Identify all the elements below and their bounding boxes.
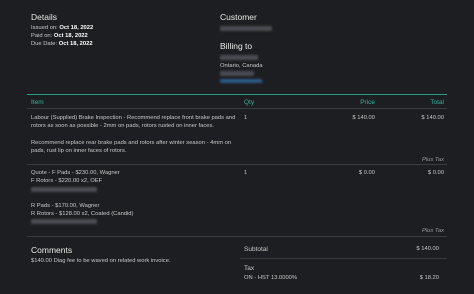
row2-total: $ 0.00 (427, 170, 444, 176)
tax-title: Tax (244, 265, 255, 272)
row2-redacted (31, 187, 97, 192)
customer-name-redacted (220, 26, 272, 31)
row2-line1: Quote - F Pads - $230.00, Wagner (31, 170, 120, 176)
paid-value: Oct 18, 2022 (53, 33, 88, 39)
row2-price: $ 0.00 (358, 170, 375, 176)
table-bottom-divider (27, 236, 447, 237)
col-qty: Qty (244, 99, 255, 106)
subtotal-value: $ 140.00 (416, 246, 439, 252)
col-total: Total (430, 99, 444, 106)
col-price: Price (360, 99, 375, 106)
details-title: Details (31, 12, 57, 22)
row2-tax: Plus Tax (421, 228, 444, 234)
row2-redacted-2 (31, 219, 97, 224)
row1-qty: 1 (244, 115, 248, 121)
billing-title: Billing to (220, 41, 253, 51)
issued-value: Oct 18, 2022 (59, 25, 94, 31)
row2-line3: R Pads - $170.00, Wagner (31, 203, 100, 209)
header-divider (27, 108, 447, 109)
tax-value: $ 18.20 (419, 275, 439, 281)
billing-email-redacted (220, 79, 262, 83)
row1-line3: Recommend replace rear brake pads and ro… (31, 140, 232, 146)
row2-line4: R Rotors - $128.00 x2, Coated (Candid) (31, 211, 134, 217)
col-item: Item (31, 99, 44, 106)
subtotal-label: Subtotal (244, 246, 268, 253)
due-value: Oct 18, 2022 (58, 41, 93, 47)
table-top-rule (27, 94, 447, 95)
row1-line2: rotors as soon as possible - 2mm on pads… (31, 123, 215, 129)
row-divider (27, 164, 447, 165)
comments-title: Comments (31, 245, 73, 255)
subtotal-divider (240, 258, 447, 259)
billing-region: Ontario, Canada (220, 63, 263, 69)
billing-postal-redacted (220, 71, 254, 76)
comments-text: $140.00 Diag fee to be waved on related … (31, 258, 171, 264)
row1-line1: Labour (Supplied) Brake Inspection - Rec… (31, 115, 236, 121)
issued-label: Issued on: (31, 25, 58, 31)
due-row: Due Date: Oct 18, 2022 (31, 41, 93, 47)
due-label: Due Date: (31, 41, 58, 47)
row2-line2: F Rotors - $220.00 x2, OEF (31, 178, 103, 184)
customer-title: Customer (220, 12, 257, 22)
billing-street-redacted (220, 55, 258, 60)
row1-price: $ 140.00 (352, 115, 375, 121)
issued-row: Issued on: Oct 18, 2022 (31, 25, 93, 31)
row1-total: $ 140.00 (421, 115, 444, 121)
row1-line4: pads, rust lip on inner faces of rotors. (31, 148, 127, 154)
paid-label: Paid on: (31, 33, 53, 39)
paid-row: Paid on: Oct 18, 2022 (31, 33, 88, 39)
row2-qty: 1 (244, 170, 248, 176)
tax-label: ON - HST 13.0000% (244, 275, 298, 281)
row1-tax: Plus Tax (421, 157, 444, 163)
